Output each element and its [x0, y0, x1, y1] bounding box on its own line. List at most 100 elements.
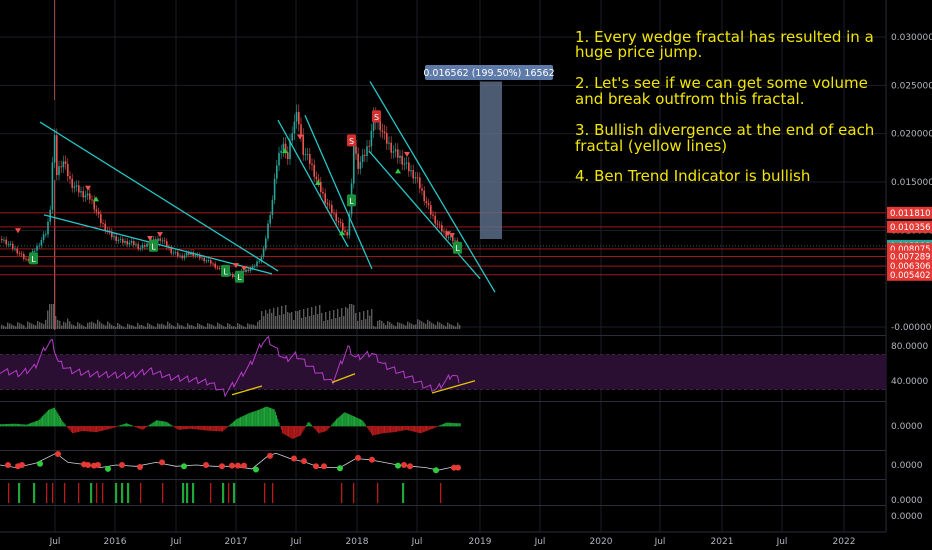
- candle-body: [430, 205, 432, 215]
- candle-body: [179, 255, 181, 257]
- volume-bar: [57, 319, 59, 329]
- histogram-bar: [354, 416, 356, 427]
- signal-bar: [33, 483, 36, 503]
- candle-body: [254, 265, 256, 267]
- signal-label: L: [237, 273, 242, 282]
- candle-body: [170, 247, 172, 254]
- candle-body: [408, 162, 410, 172]
- volume-bar: [165, 325, 167, 329]
- histogram-bar: [279, 425, 281, 427]
- histogram-bar: [370, 426, 372, 434]
- volume-bar: [353, 305, 355, 329]
- histogram-bar: [446, 422, 448, 427]
- volume-bar: [135, 326, 137, 329]
- histogram-bar: [212, 426, 214, 431]
- histogram-bar: [412, 426, 414, 432]
- x-tick-label: 2021: [711, 537, 734, 547]
- histogram-bar: [244, 414, 246, 427]
- measure-range-box[interactable]: [480, 81, 502, 240]
- histogram-bar: [142, 426, 144, 430]
- volume-bar: [229, 324, 231, 329]
- histogram-bar: [72, 426, 74, 434]
- histogram-bar: [424, 426, 426, 432]
- ben-trend-dot: [203, 462, 209, 468]
- histogram-bar: [214, 426, 216, 432]
- histogram-bar: [19, 424, 21, 427]
- histogram-bar: [58, 415, 60, 427]
- ben-trend-dot: [5, 462, 11, 468]
- histogram-bar: [158, 420, 160, 427]
- histogram-bar: [202, 426, 204, 431]
- volume-bar: [77, 322, 79, 329]
- signal-bar: [115, 483, 118, 503]
- histogram-bar: [134, 426, 136, 427]
- histogram-bar: [358, 418, 360, 427]
- candle-body: [300, 124, 302, 135]
- histogram-bar: [87, 426, 89, 432]
- ben-trend-dot: [407, 463, 413, 470]
- candle-body: [117, 239, 120, 241]
- histogram-bar: [249, 412, 251, 427]
- volume-bar: [81, 324, 83, 329]
- histogram-bar: [392, 426, 394, 433]
- candle-body: [265, 238, 267, 249]
- histogram-bar: [160, 421, 162, 427]
- volume-bar: [263, 316, 265, 329]
- histogram-bar: [378, 426, 380, 435]
- volume-bar: [355, 313, 357, 329]
- histogram-bar: [207, 426, 209, 431]
- ben-trend-dot: [95, 462, 101, 468]
- volume-bar: [61, 325, 63, 329]
- histogram-bar: [111, 426, 113, 429]
- candle-body: [113, 236, 115, 238]
- candle-body: [58, 166, 60, 176]
- histogram-bar: [180, 426, 182, 430]
- volume-bar: [429, 321, 431, 329]
- histogram-bar: [336, 419, 338, 427]
- candle-body: [75, 185, 78, 187]
- candle-body: [320, 181, 322, 192]
- volume-bar: [119, 324, 121, 329]
- histogram-bar: [409, 426, 411, 431]
- histogram-bar: [193, 426, 195, 430]
- histogram-bar: [62, 421, 64, 427]
- histogram-bar: [349, 414, 351, 427]
- histogram-bar: [90, 426, 92, 432]
- histogram-bar: [22, 424, 24, 427]
- histogram-bar: [456, 423, 458, 427]
- histogram-bar: [247, 413, 249, 427]
- histogram-bar: [208, 426, 210, 431]
- histogram-bar: [328, 426, 330, 428]
- histogram-bar: [210, 426, 212, 431]
- histogram-bar: [222, 426, 224, 432]
- chart-canvas[interactable]: 0.016562 (199.50%) 16562 LLLLLLSS 80.000…: [0, 0, 932, 550]
- signal-bar: [8, 483, 10, 503]
- histogram-bar: [20, 424, 22, 427]
- candle-body: [194, 255, 197, 257]
- candle-body: [416, 177, 419, 179]
- volume-bar: [35, 325, 37, 329]
- histogram-bar: [320, 426, 322, 433]
- candle-body: [185, 252, 188, 256]
- volume-bar: [387, 321, 389, 329]
- histogram-bar: [196, 426, 198, 430]
- volume-bar: [21, 324, 23, 329]
- histogram-bar: [129, 424, 131, 427]
- histogram-bar: [130, 425, 132, 427]
- histogram-bar: [331, 424, 333, 427]
- histogram-bar: [364, 424, 366, 427]
- candle-body: [306, 153, 309, 155]
- price-tag-label: 0.005402: [890, 271, 931, 281]
- volume-bar: [85, 326, 87, 329]
- candle-body: [427, 203, 430, 206]
- volume-bar: [309, 316, 311, 329]
- histogram-bar: [271, 408, 273, 427]
- histogram-bar: [14, 423, 16, 427]
- candle-body: [333, 212, 335, 214]
- volume-bar: [71, 324, 73, 329]
- histogram-bar: [2, 424, 4, 427]
- histogram-bar: [189, 426, 191, 429]
- candle-body: [139, 247, 142, 249]
- histogram-bar: [106, 426, 108, 430]
- candle-body: [130, 241, 133, 243]
